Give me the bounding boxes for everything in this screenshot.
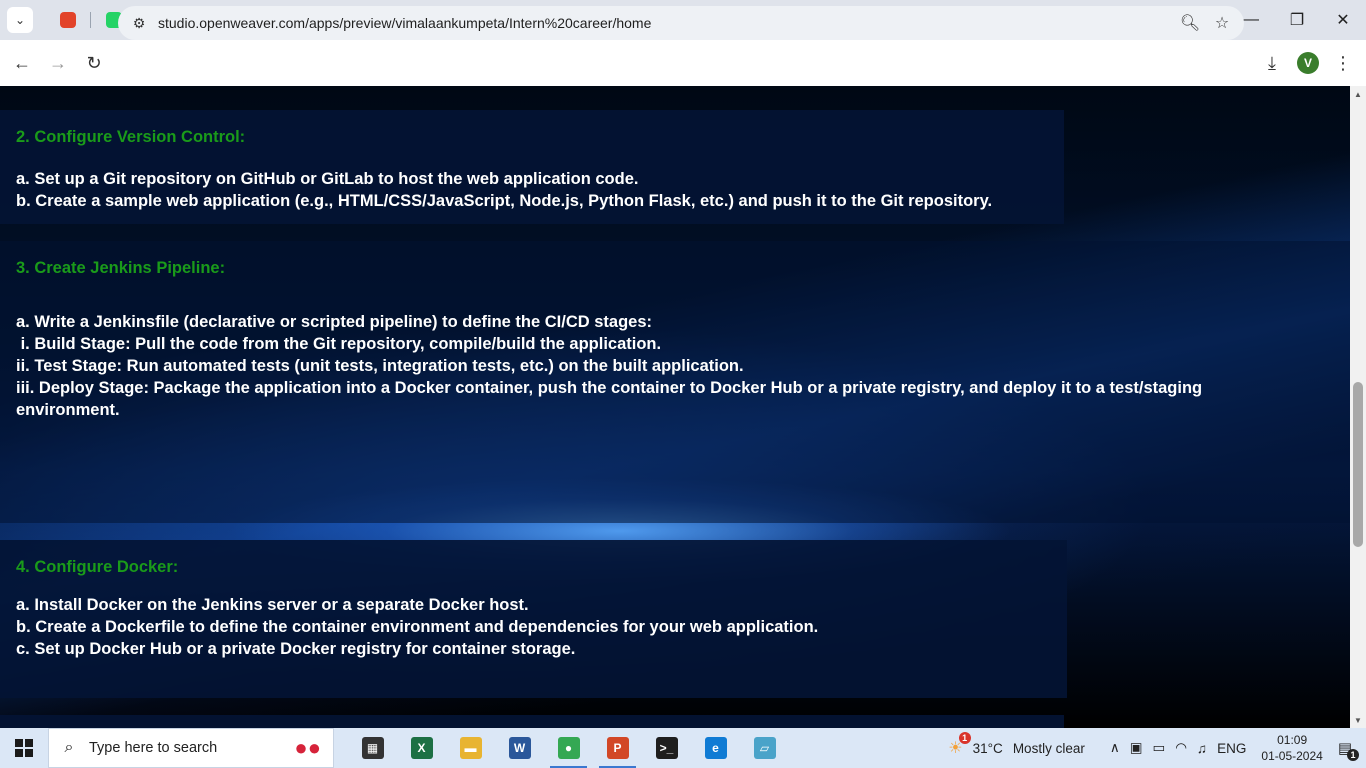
site-info-icon[interactable]: ⚙ (124, 15, 154, 32)
search-icon: ⌕ (64, 739, 74, 756)
section-next-partial (0, 715, 1064, 728)
section-heading: 3. Create Jenkins Pipeline: (16, 259, 226, 277)
windows-logo-icon (15, 739, 33, 757)
reload-icon: ↻ (86, 52, 102, 73)
taskbar-app[interactable]: >_ (642, 728, 691, 768)
task-view-icon: ▦ (361, 737, 384, 759)
clock-date: 01-05-2024 (1261, 749, 1323, 763)
taskbar-app[interactable]: e (691, 728, 740, 768)
pinned-tab[interactable] (45, 0, 91, 40)
close-window-button[interactable]: ✕ (1320, 0, 1366, 40)
gitlab-icon (60, 12, 76, 28)
section-line: ii. Test Stage: Run automated tests (uni… (16, 357, 744, 375)
section-line: a. Write a Jenkinsfile (declarative or s… (16, 313, 653, 331)
forward-button[interactable]: → (40, 45, 76, 81)
chevron-down-icon: ⌄ (14, 13, 26, 27)
powerpoint-icon: P (606, 737, 629, 759)
clock[interactable]: 01:09 01-05-2024 (1261, 732, 1322, 764)
menu-button[interactable]: ⋮ (1325, 45, 1361, 81)
taskbar-app[interactable]: ▦ (348, 728, 397, 768)
chevron-up-icon[interactable]: ∧ (1110, 740, 1120, 756)
minimize-icon: — (1243, 11, 1259, 28)
page-scrollbar[interactable]: ▲ ▼ (1350, 86, 1366, 728)
section-line: b. Create a Dockerfile to define the con… (16, 618, 819, 636)
section-jenkins-pipeline: 3. Create Jenkins Pipeline: a. Write a J… (0, 241, 1350, 523)
page-viewport: 2. Configure Version Control: a. Set up … (0, 86, 1350, 728)
search-placeholder: Type here to search (89, 740, 218, 756)
section-line: i. Build Stage: Pull the code from the G… (16, 335, 662, 353)
profile-avatar[interactable]: V (1297, 52, 1319, 74)
word-icon: W (508, 737, 531, 759)
system-tray: ☀ 1 31°C Mostly clear ∧ ▣ ▭ ◠ ♫ ENG 01:09… (943, 728, 1366, 768)
downloads-button[interactable]: ⤓ (1254, 45, 1290, 81)
download-icon: ⤓ (1268, 52, 1276, 73)
weather-badge: 1 (958, 732, 971, 744)
scroll-down-icon[interactable]: ▼ (1350, 712, 1366, 728)
file-explorer-icon: ▬ (459, 737, 482, 759)
restore-icon: ❐ (1289, 12, 1305, 29)
notification-icon[interactable]: ▤ 1 (1338, 739, 1359, 761)
taskbar-app[interactable]: ▱ (740, 728, 789, 768)
section-heading: 2. Configure Version Control: (16, 128, 246, 146)
scroll-up-icon[interactable]: ▲ (1350, 86, 1366, 102)
kebab-menu-icon: ⋮ (1334, 52, 1352, 73)
section-line: b. Create a sample web application (e.g.… (16, 192, 993, 210)
speaker-icon[interactable]: ♫ (1197, 741, 1207, 756)
notification-count: 1 (1347, 749, 1359, 761)
address-bar[interactable]: ⚙ studio.openweaver.com/apps/preview/vim… (118, 6, 1244, 40)
clock-time: 01:09 (1277, 733, 1308, 747)
arrow-left-icon: ← (13, 52, 31, 73)
section-version-control: 2. Configure Version Control: a. Set up … (0, 110, 1064, 224)
excel-icon: X (410, 737, 433, 759)
wifi-icon[interactable]: ◠ (1175, 740, 1187, 756)
section-line: a. Set up a Git repository on GitHub or … (16, 170, 639, 188)
back-button[interactable]: ← (4, 45, 40, 81)
tab-search-button[interactable]: ⌄ (7, 7, 33, 33)
taskbar-app[interactable]: ● (544, 728, 593, 768)
close-icon: ✕ (1336, 12, 1350, 29)
notepad-icon: ▱ (753, 737, 776, 759)
arrow-right-icon: → (49, 52, 67, 73)
section-heading: 4. Configure Docker: (16, 558, 179, 576)
edge-icon: e (704, 737, 727, 759)
section-line: a. Install Docker on the Jenkins server … (16, 596, 529, 614)
start-button[interactable] (0, 728, 48, 768)
section-line: c. Set up Docker Hub or a private Docker… (16, 640, 576, 658)
weather-desc[interactable]: Mostly clear (1013, 741, 1085, 756)
section-line: iii. Deploy Stage: Package the applicati… (16, 379, 1203, 419)
taskbar-app[interactable]: X (397, 728, 446, 768)
section-configure-docker: 4. Configure Docker: a. Install Docker o… (0, 540, 1067, 698)
chrome-icon: ● (557, 737, 580, 759)
bookmark-star-icon[interactable]: ☆ (1206, 13, 1238, 33)
url-text[interactable]: studio.openweaver.com/apps/preview/vimal… (158, 15, 1174, 31)
taskbar-search[interactable]: ⌕ Type here to search ●● (48, 728, 334, 768)
taskbar-app[interactable]: P (593, 728, 642, 768)
weather-temp[interactable]: 31°C (973, 741, 1003, 756)
language-indicator[interactable]: ENG (1217, 741, 1246, 756)
taskbar-apps: ▦ X ▬ W ● P >_ e ▱ (348, 728, 789, 768)
zoom-icon[interactable]: 🔍︎ (1174, 13, 1206, 33)
reload-button[interactable]: ↻ (76, 45, 112, 81)
strawberry-icon: ●● (294, 735, 321, 760)
terminal-icon: >_ (655, 737, 678, 759)
windows-taskbar: ⌕ Type here to search ●● ▦ X ▬ W ● P >_ e ▱ ☀ 1 3… (0, 728, 1366, 768)
restore-button[interactable]: ❐ (1274, 0, 1320, 40)
taskbar-app[interactable]: W (495, 728, 544, 768)
scroll-thumb[interactable] (1353, 382, 1363, 547)
battery-icon[interactable]: ▭ (1152, 740, 1165, 756)
network-device-icon[interactable]: ▣ (1130, 740, 1143, 756)
weather-icon[interactable]: ☀ 1 (948, 732, 971, 758)
browser-toolbar: ← → ↻ (0, 40, 1366, 86)
taskbar-app[interactable]: ▬ (446, 728, 495, 768)
